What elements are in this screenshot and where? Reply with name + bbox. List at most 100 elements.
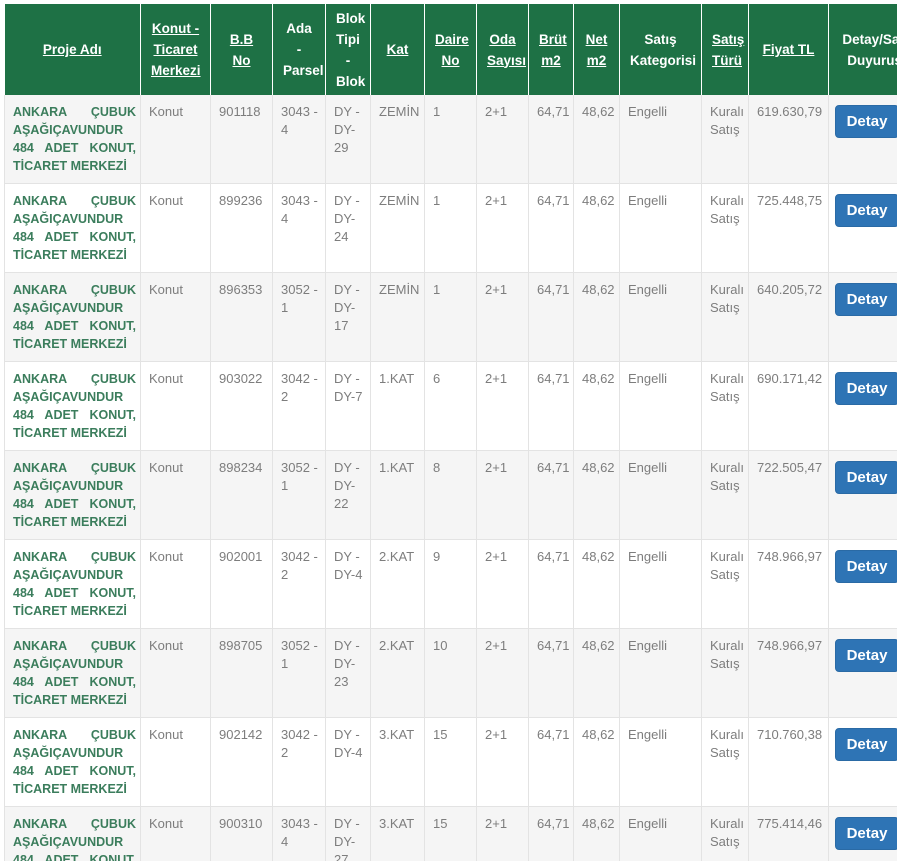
detay-button[interactable]: Detay	[835, 817, 897, 850]
housing-listing-page: Proje Adı Konut - Ticaret Merkezi B.B No Ad…	[0, 0, 897, 861]
cell-satis_turu: Kuralı Satış	[701, 539, 749, 629]
cell-kat: 2.KAT	[370, 628, 425, 718]
column-header-net[interactable]: Net m2	[573, 4, 620, 95]
cell-fiyat: 722.505,47	[748, 450, 829, 540]
detail-cell: Detay	[828, 628, 897, 718]
cell-daire_no: 15	[424, 717, 477, 807]
cell-blok: DY - DY-29	[325, 95, 371, 184]
detay-button[interactable]: Detay	[835, 728, 897, 761]
cell-daire_no: 10	[424, 628, 477, 718]
sort-link-bb_no[interactable]: B.B No	[230, 32, 253, 68]
detail-cell: Detay	[828, 183, 897, 273]
cell-satis_turu: Kuralı Satış	[701, 806, 749, 861]
sort-link-brut[interactable]: Brüt m2	[539, 32, 567, 68]
detay-button[interactable]: Detay	[835, 461, 897, 494]
cell-net: 48,62	[573, 806, 620, 861]
cell-konut_ticaret: Konut	[140, 539, 211, 629]
cell-satis_kategorisi: Engelli	[619, 717, 702, 807]
listing-row: ANKARA ÇUBUK AŞAĞIÇAVUNDUR 484 ADET KONU…	[4, 628, 897, 718]
sort-link-konut_ticaret[interactable]: Konut - Ticaret Merkezi	[151, 21, 201, 78]
detay-button[interactable]: Detay	[835, 639, 897, 672]
column-header-proje[interactable]: Proje Adı	[4, 4, 141, 95]
cell-ada_parsel: 3052 - 1	[272, 450, 326, 540]
cell-brut: 64,71	[528, 361, 574, 451]
table-header: Proje Adı Konut - Ticaret Merkezi B.B No Ad…	[4, 4, 897, 95]
cell-daire_no: 8	[424, 450, 477, 540]
cell-ada_parsel: 3052 - 1	[272, 272, 326, 362]
sort-link-satis_turu[interactable]: Satış Türü	[712, 32, 744, 68]
cell-kat: 1.KAT	[370, 450, 425, 540]
cell-fiyat: 775.414,46	[748, 806, 829, 861]
cell-konut_ticaret: Konut	[140, 450, 211, 540]
cell-daire_no: 1	[424, 272, 477, 362]
cell-net: 48,62	[573, 183, 620, 273]
column-header-brut[interactable]: Brüt m2	[528, 4, 574, 95]
project-name-cell: ANKARA ÇUBUK AŞAĞIÇAVUNDUR 484 ADET KONU…	[4, 628, 141, 718]
listing-row: ANKARA ÇUBUK AŞAĞIÇAVUNDUR 484 ADET KONU…	[4, 361, 897, 451]
detay-button[interactable]: Detay	[835, 550, 897, 583]
cell-satis_kategorisi: Engelli	[619, 361, 702, 451]
column-header-bb_no[interactable]: B.B No	[210, 4, 273, 95]
detay-button[interactable]: Detay	[835, 372, 897, 405]
cell-net: 48,62	[573, 361, 620, 451]
column-header-kat[interactable]: Kat	[370, 4, 425, 95]
cell-konut_ticaret: Konut	[140, 183, 211, 273]
header-label-blok: Blok Tipi - Blok	[336, 10, 366, 89]
column-header-fiyat[interactable]: Fiyat TL	[748, 4, 829, 95]
sort-link-oda[interactable]: Oda Sayısı	[487, 32, 526, 68]
cell-bb_no: 903022	[210, 361, 273, 451]
cell-ada_parsel: 3043 - 4	[272, 95, 326, 184]
sort-link-proje[interactable]: Proje Adı	[43, 42, 102, 57]
cell-konut_ticaret: Konut	[140, 806, 211, 861]
detail-cell: Detay	[828, 717, 897, 807]
cell-kat: 3.KAT	[370, 806, 425, 861]
header-label-ada_parsel: Ada - Parsel	[283, 21, 324, 78]
cell-bb_no: 901118	[210, 95, 273, 184]
cell-ada_parsel: 3042 - 2	[272, 539, 326, 629]
cell-fiyat: 619.630,79	[748, 95, 829, 184]
listing-row: ANKARA ÇUBUK AŞAĞIÇAVUNDUR 484 ADET KONU…	[4, 183, 897, 273]
project-name-cell: ANKARA ÇUBUK AŞAĞIÇAVUNDUR 484 ADET KONU…	[4, 95, 141, 184]
cell-net: 48,62	[573, 95, 620, 184]
cell-daire_no: 6	[424, 361, 477, 451]
detail-cell: Detay	[828, 450, 897, 540]
cell-bb_no: 898705	[210, 628, 273, 718]
column-header-daire_no[interactable]: Daire No	[424, 4, 477, 95]
header-label-satis_kategorisi: Satış Kategorisi	[630, 31, 697, 68]
cell-bb_no: 899236	[210, 183, 273, 273]
sort-link-kat[interactable]: Kat	[387, 42, 409, 57]
detay-button[interactable]: Detay	[835, 194, 897, 227]
cell-net: 48,62	[573, 539, 620, 629]
cell-kat: 2.KAT	[370, 539, 425, 629]
cell-satis_kategorisi: Engelli	[619, 95, 702, 184]
sort-link-fiyat[interactable]: Fiyat TL	[763, 42, 815, 57]
cell-fiyat: 748.966,97	[748, 539, 829, 629]
cell-satis_turu: Kuralı Satış	[701, 717, 749, 807]
project-name-cell: ANKARA ÇUBUK AŞAĞIÇAVUNDUR 484 ADET KONU…	[4, 450, 141, 540]
sort-link-daire_no[interactable]: Daire No	[435, 32, 469, 68]
cell-blok: DY - DY-27	[325, 806, 371, 861]
project-name-cell: ANKARA ÇUBUK AŞAĞIÇAVUNDUR 484 ADET KONU…	[4, 539, 141, 629]
cell-ada_parsel: 3052 - 1	[272, 628, 326, 718]
sort-link-net[interactable]: Net m2	[586, 32, 608, 68]
cell-oda: 2+1	[476, 272, 529, 362]
cell-brut: 64,71	[528, 806, 574, 861]
cell-kat: ZEMİN	[370, 95, 425, 184]
column-header-konut_ticaret[interactable]: Konut - Ticaret Merkezi	[140, 4, 211, 95]
detail-cell: Detay	[828, 361, 897, 451]
project-name-cell: ANKARA ÇUBUK AŞAĞIÇAVUNDUR 484 ADET KONU…	[4, 183, 141, 273]
detay-button[interactable]: Detay	[835, 283, 897, 316]
column-header-satis_turu[interactable]: Satış Türü	[701, 4, 749, 95]
cell-konut_ticaret: Konut	[140, 717, 211, 807]
cell-satis_kategorisi: Engelli	[619, 450, 702, 540]
listing-row: ANKARA ÇUBUK AŞAĞIÇAVUNDUR 484 ADET KONU…	[4, 717, 897, 807]
cell-brut: 64,71	[528, 95, 574, 184]
cell-satis_turu: Kuralı Satış	[701, 95, 749, 184]
column-header-oda[interactable]: Oda Sayısı	[476, 4, 529, 95]
cell-satis_kategorisi: Engelli	[619, 183, 702, 273]
cell-satis_kategorisi: Engelli	[619, 628, 702, 718]
cell-fiyat: 690.171,42	[748, 361, 829, 451]
cell-brut: 64,71	[528, 628, 574, 718]
detay-button[interactable]: Detay	[835, 105, 897, 138]
cell-blok: DY - DY-23	[325, 628, 371, 718]
